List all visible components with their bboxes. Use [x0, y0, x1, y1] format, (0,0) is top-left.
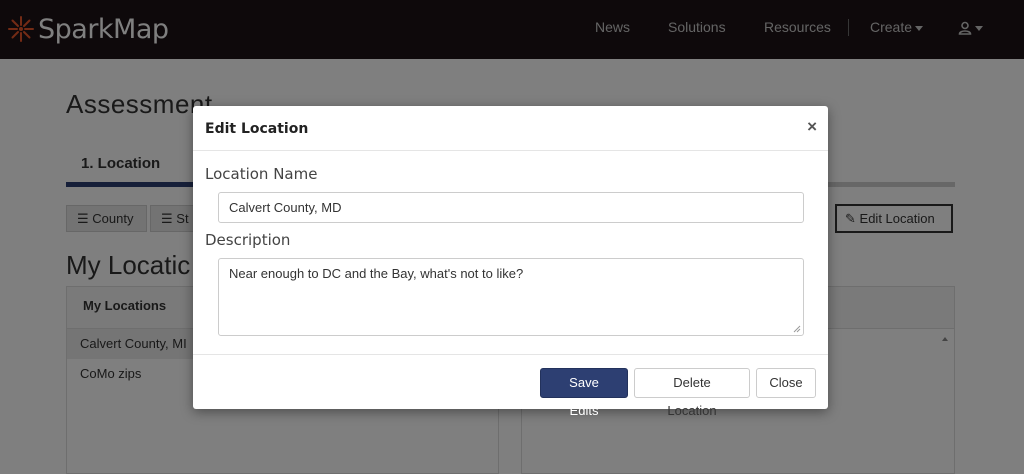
modal-header: Edit Location × — [193, 106, 828, 151]
location-name-label: Location Name — [205, 165, 318, 183]
description-label: Description — [205, 231, 291, 249]
modal-footer: Save Edits Delete Location Close — [193, 354, 828, 418]
resize-grip-icon[interactable] — [793, 325, 801, 333]
close-icon[interactable]: × — [807, 117, 817, 137]
save-edits-button[interactable]: Save Edits — [540, 368, 628, 418]
close-button[interactable]: Close — [756, 368, 816, 398]
description-textarea[interactable]: Near enough to DC and the Bay, what's no… — [218, 258, 804, 336]
modal-title: Edit Location — [205, 121, 309, 137]
delete-location-button[interactable]: Delete Location — [634, 368, 750, 418]
edit-location-dialog: Edit Location × Location Name Descriptio… — [193, 106, 828, 418]
location-name-input[interactable] — [218, 192, 804, 223]
